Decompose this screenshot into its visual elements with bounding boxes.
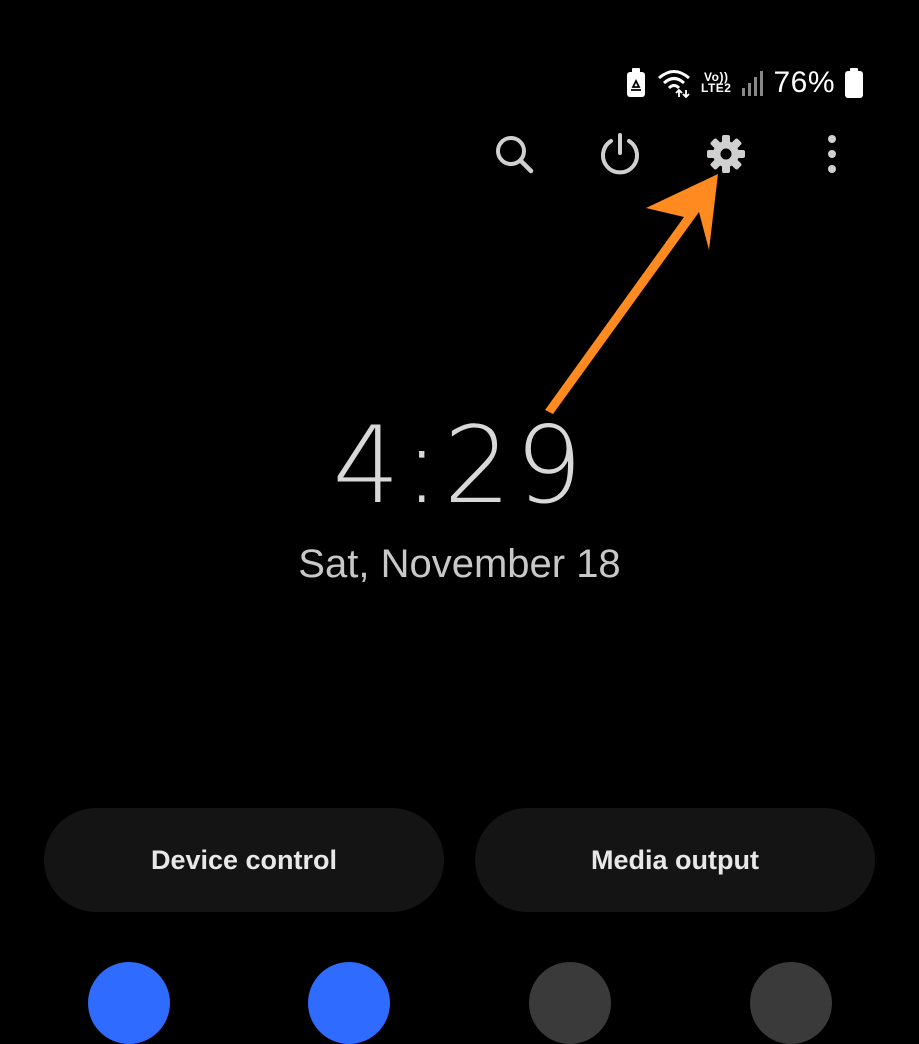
settings-button[interactable] bbox=[700, 128, 752, 180]
media-output-label: Media output bbox=[591, 844, 759, 875]
quick-tile[interactable] bbox=[308, 962, 390, 1044]
volte-bottom-label: LTE2 bbox=[701, 81, 732, 95]
media-output-button[interactable]: Media output bbox=[475, 808, 875, 912]
quick-tile[interactable] bbox=[88, 962, 170, 1044]
more-vert-icon bbox=[828, 135, 836, 173]
quick-tile[interactable] bbox=[529, 962, 611, 1044]
clock-date: Sat, November 18 bbox=[298, 542, 621, 586]
search-icon bbox=[496, 136, 534, 174]
signal-icon bbox=[741, 70, 764, 96]
device-control-label: Device control bbox=[150, 844, 338, 875]
volte-icon: Vo)) LTE2 bbox=[701, 71, 732, 95]
quick-panel-toolbar bbox=[0, 128, 919, 180]
battery-icon bbox=[845, 68, 863, 98]
battery-saver-icon bbox=[625, 68, 647, 98]
search-button[interactable] bbox=[488, 128, 540, 180]
gear-icon bbox=[707, 135, 745, 173]
battery-percent: 76% bbox=[773, 66, 835, 99]
quick-tile[interactable] bbox=[750, 962, 832, 1044]
status-bar: Vo)) LTE2 76% bbox=[625, 62, 863, 104]
more-options-button[interactable] bbox=[806, 128, 858, 180]
clock-time: 4:29 bbox=[332, 404, 587, 527]
power-icon bbox=[601, 133, 639, 175]
wifi-icon bbox=[657, 68, 691, 98]
device-control-button[interactable]: Device control bbox=[44, 808, 444, 912]
power-button[interactable] bbox=[594, 128, 646, 180]
